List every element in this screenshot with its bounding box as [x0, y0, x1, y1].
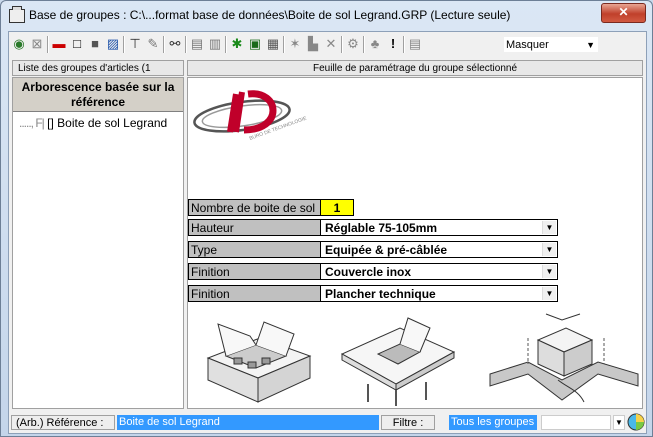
height-select-value: Réglable 75-105mm [325, 221, 438, 235]
tree-add-icon[interactable]: ✱ [229, 36, 245, 52]
param-sheet-header[interactable]: Feuille de paramétrage du groupe sélecti… [187, 60, 643, 76]
filter-icon[interactable]: ▤ [189, 36, 205, 52]
client-area: ◉ ⊠ ▬ □ ■ ▨ ⊤ ✎ ⚯ ▤ ▥ ✱ ▣ ▦ ✶ ▙ ✕ ⚙ ♣ ! … [8, 31, 647, 434]
chevron-down-icon[interactable]: ▼ [542, 287, 556, 300]
tree-title: Arborescence basée sur la référence [13, 78, 183, 112]
toolbar-separator [163, 36, 165, 53]
toolbar-separator [283, 36, 285, 53]
tree-icon[interactable]: ⊤ [127, 36, 143, 52]
reference-field[interactable]: Boite de sol Legrand [117, 415, 379, 430]
toolbar-separator [225, 36, 227, 53]
finish-select-value: Couvercle inox [325, 265, 412, 279]
globe-icon[interactable]: ◉ [11, 36, 27, 52]
chevron-down-icon[interactable]: ▼ [613, 415, 625, 430]
filter-label: Filtre : [381, 415, 435, 430]
tree-item[interactable]: ....., F| [] Boite de sol Legrand [19, 116, 167, 130]
table-icon[interactable]: ▤ [407, 36, 423, 52]
color-wheel-icon[interactable] [627, 413, 645, 431]
tree-compare-icon[interactable]: ▦ [265, 36, 281, 52]
row-label-type: Type [188, 241, 320, 258]
image-icon[interactable]: ▣ [247, 36, 263, 52]
toolbar: ◉ ⊠ ▬ □ ■ ▨ ⊤ ✎ ⚯ ▤ ▥ ✱ ▣ ▦ ✶ ▙ ✕ ⚙ ♣ ! … [9, 32, 646, 58]
floor-box-illustration-3 [489, 313, 639, 403]
finish-2-select-value: Plancher technique [325, 287, 436, 301]
minus-icon[interactable]: ▬ [51, 36, 67, 52]
reference-label: (Arb.) Référence : [11, 415, 115, 430]
tree-panel: Arborescence basée sur la référence ....… [12, 77, 184, 409]
tree-title-line1: Arborescence basée sur la [21, 80, 175, 94]
param-panel: BURO DE TECHNOLOGIE Nombre de boite de s… [187, 77, 643, 409]
toolbar-separator [47, 36, 49, 53]
groups-list-header[interactable]: Liste des groupes d'articles (1 [12, 60, 184, 76]
exclamation-icon[interactable]: ! [385, 36, 401, 52]
app-window: Base de groupes : C:\...format base de d… [0, 0, 653, 437]
grid-icon[interactable]: ⊠ [29, 36, 45, 52]
binoculars-icon[interactable]: ⚯ [167, 36, 183, 52]
title-bar[interactable]: Base de groupes : C:\...format base de d… [1, 1, 652, 31]
type-select[interactable]: Equipée & pré-câblée ▼ [320, 241, 558, 258]
tree-connector: ....., F| [19, 116, 45, 130]
pen-icon[interactable]: ■ [87, 36, 103, 52]
toolbar-separator [123, 36, 125, 53]
count-value[interactable]: 1 [320, 199, 354, 216]
delete-icon[interactable]: ✕ [323, 36, 339, 52]
toolbar-separator [341, 36, 343, 53]
app-icon [9, 6, 25, 23]
tree-title-line2: référence [70, 95, 126, 109]
row-label-finish: Finition [188, 263, 320, 280]
view-select-value: Masquer [506, 39, 549, 51]
window-icon[interactable]: □ [69, 36, 85, 52]
edit-icon[interactable]: ✎ [145, 36, 161, 52]
compare-icon[interactable]: ▥ [207, 36, 223, 52]
filter-field[interactable]: Tous les groupes [449, 415, 537, 430]
row-label-finish-2: Finition [188, 285, 320, 302]
chevron-down-icon[interactable]: ▼ [542, 221, 556, 234]
row-label-height: Hauteur [188, 219, 320, 236]
row-label-count: Nombre de boite de sol [188, 199, 320, 216]
chevron-down-icon[interactable]: ▼ [542, 243, 556, 256]
toolbar-separator [185, 36, 187, 53]
view-select[interactable]: Masquer ▼ [503, 36, 599, 53]
tree-item-label: [] Boite de sol Legrand [47, 116, 168, 130]
floor-box-illustration-2 [340, 317, 456, 406]
empty-status-field [541, 415, 611, 430]
chevron-down-icon[interactable]: ▼ [542, 265, 556, 278]
status-bar: (Arb.) Référence : Boite de sol Legrand … [9, 412, 646, 433]
finish-2-select[interactable]: Plancher technique ▼ [320, 285, 558, 302]
chevron-down-icon: ▼ [586, 40, 595, 50]
floor-box-illustration-1 [206, 321, 312, 403]
height-select[interactable]: Réglable 75-105mm ▼ [320, 219, 558, 236]
finish-select[interactable]: Couvercle inox ▼ [320, 263, 558, 280]
toolbar-separator [403, 36, 405, 53]
type-select-value: Equipée & pré-câblée [325, 243, 448, 257]
window-title: Base de groupes : C:\...format base de d… [29, 8, 511, 22]
close-button[interactable]: ✕ [601, 3, 646, 23]
new-icon[interactable]: ✶ [287, 36, 303, 52]
toolbar-separator [363, 36, 365, 53]
gear-icon[interactable]: ⚙ [345, 36, 361, 52]
logo: BURO DE TECHNOLOGIE [193, 90, 307, 142]
key-icon[interactable]: ♣ [367, 36, 383, 52]
copy-icon[interactable]: ▙ [305, 36, 321, 52]
chart-icon[interactable]: ▨ [105, 36, 121, 52]
